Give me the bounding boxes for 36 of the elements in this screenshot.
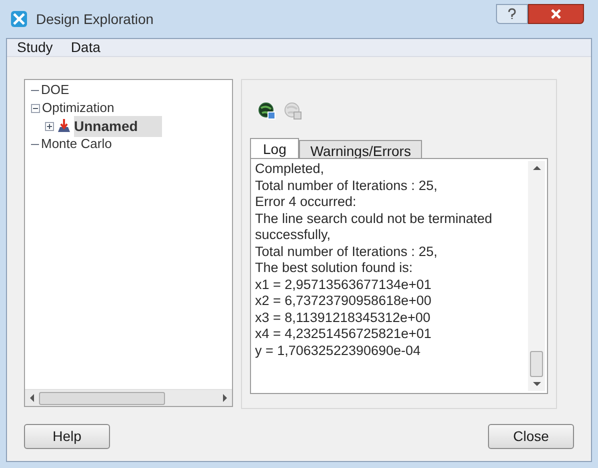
globe-icon[interactable] xyxy=(258,102,276,120)
tree-item[interactable]: Unnamed xyxy=(74,116,162,136)
window-title: Design Exploration xyxy=(36,10,154,29)
tree-item[interactable]: DOE xyxy=(41,80,70,100)
expand-icon[interactable] xyxy=(45,122,54,130)
app-icon xyxy=(10,10,28,28)
log-line: Total number of Iterations : 25, xyxy=(255,244,438,260)
log-line: x1 = 2,95713563677134e+01 xyxy=(255,276,432,293)
help-icon[interactable] xyxy=(496,4,528,24)
log-line: x3 = 8,11391218345312e+00 xyxy=(255,310,432,326)
scroll-thumb[interactable] xyxy=(39,392,165,404)
help-button[interactable]: Help xyxy=(24,424,110,449)
log-line: Completed, xyxy=(255,161,326,178)
vertical-scrollbar[interactable] xyxy=(528,161,545,391)
horizontal-scrollbar[interactable] xyxy=(25,389,232,406)
collapse-icon[interactable] xyxy=(31,104,40,112)
tab[interactable]: Warnings/Errors xyxy=(299,140,422,158)
log-line: y = 1,70632522390690e-04 xyxy=(255,342,422,359)
close-icon[interactable] xyxy=(528,4,584,24)
scroll-up-icon[interactable] xyxy=(532,165,540,171)
log-line: x4 = 4,23251456725821e+01 xyxy=(255,326,432,342)
scroll-down-icon[interactable] xyxy=(532,381,540,387)
log-line: The best solution found is: xyxy=(255,260,414,276)
scroll-thumb[interactable] xyxy=(530,351,543,377)
log-line: The line search could not be terminated successfully, xyxy=(255,210,494,244)
log-line: x2 = 6,73723790958618e+00 xyxy=(255,293,432,310)
menu-item[interactable]: Study xyxy=(17,37,53,58)
menu-item[interactable]: Data xyxy=(70,37,100,58)
scroll-right-icon[interactable] xyxy=(222,394,228,402)
log-line: Error 4 occurred: xyxy=(255,194,358,210)
tab[interactable]: Log xyxy=(250,138,300,158)
close-button[interactable]: Close xyxy=(488,424,574,449)
log-line: Total number of Iterations : 25, xyxy=(255,178,438,194)
tree-item[interactable]: Optimization xyxy=(42,98,114,118)
scroll-left-icon[interactable] xyxy=(29,394,35,402)
tree-item[interactable]: Monte Carlo xyxy=(41,134,112,154)
